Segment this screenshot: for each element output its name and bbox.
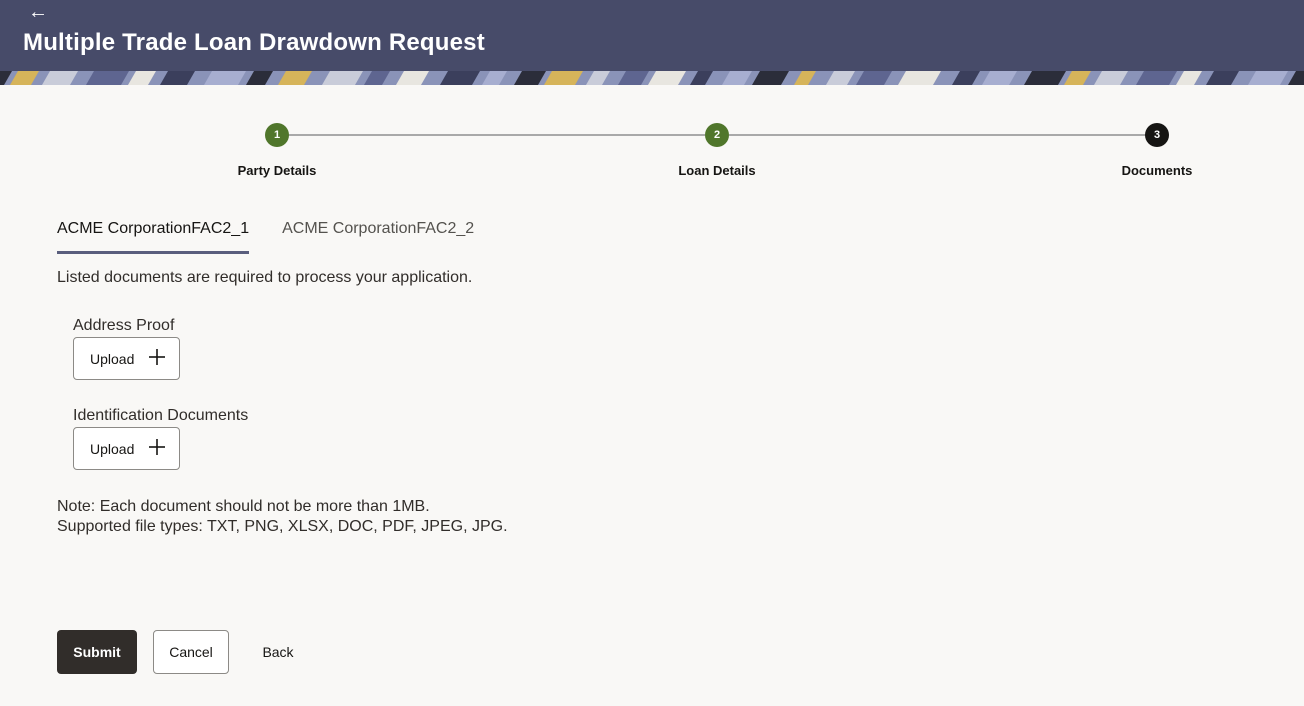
tab-acme-fac2-2[interactable]: ACME CorporationFAC2_2 [282,216,474,254]
file-requirements-note: Note: Each document should not be more t… [57,497,508,537]
step-3-label: Documents [1121,163,1193,178]
cancel-button[interactable]: Cancel [153,630,229,674]
plus-icon [149,349,165,365]
tab-acme-fac2-1[interactable]: ACME CorporationFAC2_1 [57,216,250,254]
documents-intro-text: Listed documents are required to process… [57,269,473,286]
page-title: Multiple Trade Loan Drawdown Request [23,29,485,56]
file-size-note: Note: Each document should not be more t… [57,498,430,515]
step-1-label: Party Details [237,163,317,178]
identification-documents-label: Identification Documents [73,407,249,424]
arrow-left-icon[interactable]: ← [28,0,48,24]
upload-label: Upload [90,440,135,457]
address-proof-label: Address Proof [73,317,175,334]
party-tabs: ACME CorporationFAC2_1 ACME CorporationF… [57,216,507,256]
step-3-indicator: 3 [1145,123,1169,147]
file-types-note: Supported file types: TXT, PNG, XLSX, DO… [57,518,508,535]
submit-button[interactable]: Submit [57,630,137,674]
step-2-label: Loan Details [678,163,756,178]
page-header: ← Multiple Trade Loan Drawdown Request [0,0,1304,71]
header-banner-pattern [0,71,1304,85]
progress-stepper [0,120,1304,190]
identification-documents-upload-button[interactable]: Upload [73,427,180,470]
upload-label: Upload [90,350,135,367]
plus-icon [149,439,165,455]
back-button[interactable]: Back [250,630,306,674]
step-1-indicator: 1 [265,123,289,147]
address-proof-upload-button[interactable]: Upload [73,337,180,380]
step-connector [288,134,705,136]
step-connector [729,134,1146,136]
step-2-indicator: 2 [705,123,729,147]
